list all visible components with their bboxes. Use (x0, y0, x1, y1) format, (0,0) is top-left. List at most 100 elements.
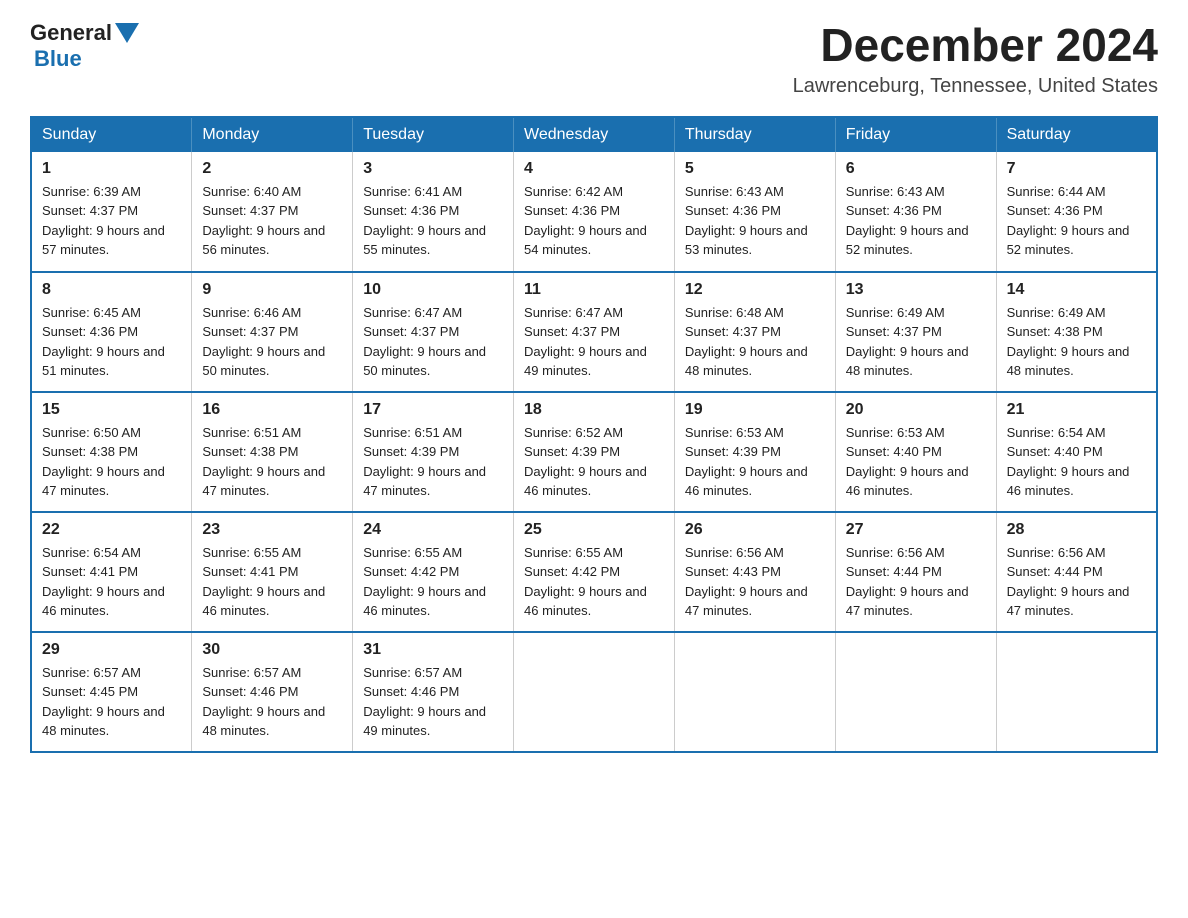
day-number: 25 (524, 521, 664, 539)
day-number: 30 (202, 641, 342, 659)
calendar-cell: 24 Sunrise: 6:55 AMSunset: 4:42 PMDaylig… (353, 512, 514, 632)
calendar-table: SundayMondayTuesdayWednesdayThursdayFrid… (30, 116, 1158, 753)
title-section: December 2024 Lawrenceburg, Tennessee, U… (793, 20, 1158, 98)
calendar-cell: 19 Sunrise: 6:53 AMSunset: 4:39 PMDaylig… (674, 392, 835, 512)
calendar-cell: 16 Sunrise: 6:51 AMSunset: 4:38 PMDaylig… (192, 392, 353, 512)
calendar-cell: 14 Sunrise: 6:49 AMSunset: 4:38 PMDaylig… (996, 272, 1157, 392)
day-info: Sunrise: 6:44 AMSunset: 4:36 PMDaylight:… (1007, 184, 1130, 258)
calendar-cell: 17 Sunrise: 6:51 AMSunset: 4:39 PMDaylig… (353, 392, 514, 512)
day-number: 22 (42, 521, 181, 539)
day-info: Sunrise: 6:56 AMSunset: 4:43 PMDaylight:… (685, 545, 808, 619)
day-number: 20 (846, 401, 986, 419)
logo: General Blue (30, 20, 142, 72)
day-number: 15 (42, 401, 181, 419)
day-info: Sunrise: 6:51 AMSunset: 4:38 PMDaylight:… (202, 425, 325, 499)
calendar-cell: 22 Sunrise: 6:54 AMSunset: 4:41 PMDaylig… (31, 512, 192, 632)
day-number: 23 (202, 521, 342, 539)
day-info: Sunrise: 6:43 AMSunset: 4:36 PMDaylight:… (685, 184, 808, 258)
day-info: Sunrise: 6:56 AMSunset: 4:44 PMDaylight:… (846, 545, 969, 619)
day-info: Sunrise: 6:48 AMSunset: 4:37 PMDaylight:… (685, 305, 808, 379)
weekday-header-friday: Friday (835, 117, 996, 152)
day-info: Sunrise: 6:55 AMSunset: 4:42 PMDaylight:… (524, 545, 647, 619)
day-number: 8 (42, 281, 181, 299)
day-info: Sunrise: 6:51 AMSunset: 4:39 PMDaylight:… (363, 425, 486, 499)
calendar-week-row: 8 Sunrise: 6:45 AMSunset: 4:36 PMDayligh… (31, 272, 1157, 392)
day-number: 9 (202, 281, 342, 299)
calendar-cell: 21 Sunrise: 6:54 AMSunset: 4:40 PMDaylig… (996, 392, 1157, 512)
day-number: 26 (685, 521, 825, 539)
day-info: Sunrise: 6:57 AMSunset: 4:46 PMDaylight:… (363, 665, 486, 739)
calendar-cell: 13 Sunrise: 6:49 AMSunset: 4:37 PMDaylig… (835, 272, 996, 392)
calendar-cell: 10 Sunrise: 6:47 AMSunset: 4:37 PMDaylig… (353, 272, 514, 392)
calendar-cell: 23 Sunrise: 6:55 AMSunset: 4:41 PMDaylig… (192, 512, 353, 632)
weekday-header-row: SundayMondayTuesdayWednesdayThursdayFrid… (31, 117, 1157, 152)
calendar-cell: 29 Sunrise: 6:57 AMSunset: 4:45 PMDaylig… (31, 632, 192, 752)
day-number: 31 (363, 641, 503, 659)
day-number: 6 (846, 160, 986, 178)
calendar-cell: 11 Sunrise: 6:47 AMSunset: 4:37 PMDaylig… (514, 272, 675, 392)
day-number: 11 (524, 281, 664, 299)
calendar-cell: 28 Sunrise: 6:56 AMSunset: 4:44 PMDaylig… (996, 512, 1157, 632)
calendar-cell (514, 632, 675, 752)
logo-triangle-icon (115, 23, 139, 43)
weekday-header-thursday: Thursday (674, 117, 835, 152)
calendar-cell: 9 Sunrise: 6:46 AMSunset: 4:37 PMDayligh… (192, 272, 353, 392)
day-number: 1 (42, 160, 181, 178)
day-info: Sunrise: 6:55 AMSunset: 4:42 PMDaylight:… (363, 545, 486, 619)
calendar-cell (674, 632, 835, 752)
day-info: Sunrise: 6:57 AMSunset: 4:46 PMDaylight:… (202, 665, 325, 739)
calendar-week-row: 22 Sunrise: 6:54 AMSunset: 4:41 PMDaylig… (31, 512, 1157, 632)
calendar-cell: 30 Sunrise: 6:57 AMSunset: 4:46 PMDaylig… (192, 632, 353, 752)
calendar-cell: 18 Sunrise: 6:52 AMSunset: 4:39 PMDaylig… (514, 392, 675, 512)
day-info: Sunrise: 6:52 AMSunset: 4:39 PMDaylight:… (524, 425, 647, 499)
day-number: 16 (202, 401, 342, 419)
weekday-header-tuesday: Tuesday (353, 117, 514, 152)
day-number: 12 (685, 281, 825, 299)
calendar-cell: 12 Sunrise: 6:48 AMSunset: 4:37 PMDaylig… (674, 272, 835, 392)
day-number: 3 (363, 160, 503, 178)
day-info: Sunrise: 6:49 AMSunset: 4:38 PMDaylight:… (1007, 305, 1130, 379)
day-info: Sunrise: 6:47 AMSunset: 4:37 PMDaylight:… (363, 305, 486, 379)
day-number: 2 (202, 160, 342, 178)
weekday-header-sunday: Sunday (31, 117, 192, 152)
day-number: 18 (524, 401, 664, 419)
day-number: 21 (1007, 401, 1146, 419)
day-info: Sunrise: 6:55 AMSunset: 4:41 PMDaylight:… (202, 545, 325, 619)
day-info: Sunrise: 6:47 AMSunset: 4:37 PMDaylight:… (524, 305, 647, 379)
day-info: Sunrise: 6:39 AMSunset: 4:37 PMDaylight:… (42, 184, 165, 258)
day-number: 17 (363, 401, 503, 419)
day-info: Sunrise: 6:53 AMSunset: 4:39 PMDaylight:… (685, 425, 808, 499)
calendar-cell: 20 Sunrise: 6:53 AMSunset: 4:40 PMDaylig… (835, 392, 996, 512)
calendar-cell (835, 632, 996, 752)
calendar-cell: 1 Sunrise: 6:39 AMSunset: 4:37 PMDayligh… (31, 152, 192, 272)
weekday-header-monday: Monday (192, 117, 353, 152)
calendar-cell: 15 Sunrise: 6:50 AMSunset: 4:38 PMDaylig… (31, 392, 192, 512)
day-info: Sunrise: 6:54 AMSunset: 4:40 PMDaylight:… (1007, 425, 1130, 499)
calendar-cell: 2 Sunrise: 6:40 AMSunset: 4:37 PMDayligh… (192, 152, 353, 272)
day-info: Sunrise: 6:41 AMSunset: 4:36 PMDaylight:… (363, 184, 486, 258)
calendar-cell: 31 Sunrise: 6:57 AMSunset: 4:46 PMDaylig… (353, 632, 514, 752)
logo-general-text: General (30, 20, 112, 46)
day-number: 29 (42, 641, 181, 659)
day-number: 5 (685, 160, 825, 178)
day-info: Sunrise: 6:56 AMSunset: 4:44 PMDaylight:… (1007, 545, 1130, 619)
day-number: 19 (685, 401, 825, 419)
day-number: 28 (1007, 521, 1146, 539)
day-number: 4 (524, 160, 664, 178)
calendar-cell: 4 Sunrise: 6:42 AMSunset: 4:36 PMDayligh… (514, 152, 675, 272)
calendar-cell: 3 Sunrise: 6:41 AMSunset: 4:36 PMDayligh… (353, 152, 514, 272)
day-number: 27 (846, 521, 986, 539)
day-info: Sunrise: 6:46 AMSunset: 4:37 PMDaylight:… (202, 305, 325, 379)
page-header: General Blue December 2024 Lawrenceburg,… (30, 20, 1158, 98)
day-info: Sunrise: 6:50 AMSunset: 4:38 PMDaylight:… (42, 425, 165, 499)
day-info: Sunrise: 6:53 AMSunset: 4:40 PMDaylight:… (846, 425, 969, 499)
day-info: Sunrise: 6:42 AMSunset: 4:36 PMDaylight:… (524, 184, 647, 258)
day-number: 14 (1007, 281, 1146, 299)
day-info: Sunrise: 6:45 AMSunset: 4:36 PMDaylight:… (42, 305, 165, 379)
day-info: Sunrise: 6:40 AMSunset: 4:37 PMDaylight:… (202, 184, 325, 258)
day-info: Sunrise: 6:54 AMSunset: 4:41 PMDaylight:… (42, 545, 165, 619)
day-number: 10 (363, 281, 503, 299)
calendar-cell: 26 Sunrise: 6:56 AMSunset: 4:43 PMDaylig… (674, 512, 835, 632)
calendar-week-row: 1 Sunrise: 6:39 AMSunset: 4:37 PMDayligh… (31, 152, 1157, 272)
calendar-cell: 25 Sunrise: 6:55 AMSunset: 4:42 PMDaylig… (514, 512, 675, 632)
